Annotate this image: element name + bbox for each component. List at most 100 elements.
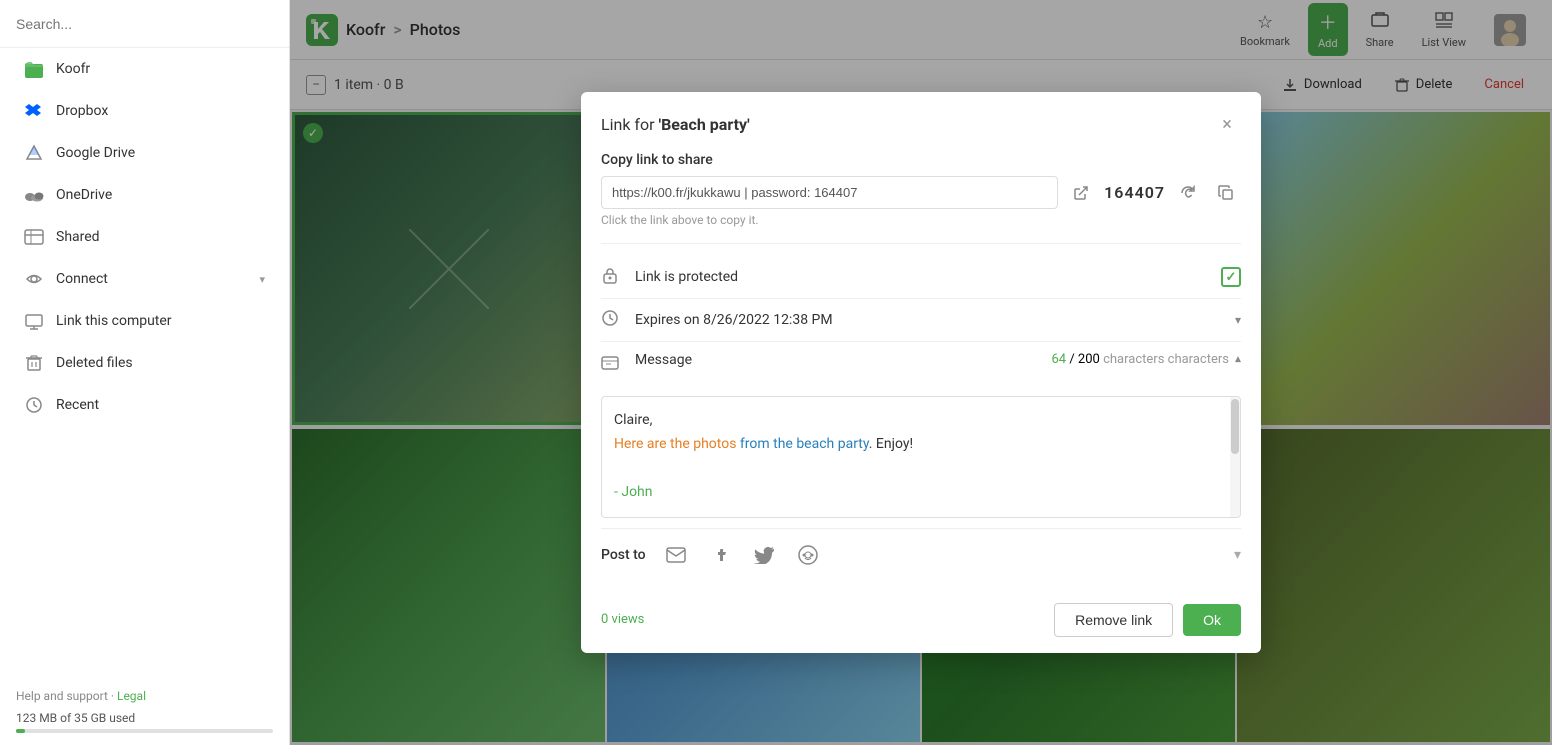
storage-text: 123 MB of 35 GB used (16, 711, 273, 725)
remove-link-button[interactable]: Remove link (1054, 603, 1173, 637)
computer-icon (24, 311, 44, 331)
views-number: 0 (601, 612, 608, 627)
views-count: 0 views (601, 612, 1044, 627)
copy-label: Copy link to share (601, 152, 1241, 168)
modal-header: Link for 'Beach party' × (581, 92, 1261, 152)
facebook-share-button[interactable] (706, 541, 734, 569)
message-counter: 64 / 200 characters characters ▾ (1051, 352, 1241, 367)
modal-overlay: Link for 'Beach party' × Copy link to sh… (290, 0, 1552, 745)
message-green-text: - John (614, 484, 653, 500)
link-protected-checkbox[interactable] (1221, 267, 1241, 287)
reddit-share-button[interactable] (794, 541, 822, 569)
post-to-label: Post to (601, 547, 646, 563)
sidebar-item-connect[interactable]: Connect ▾ (8, 259, 281, 299)
modal-body: Copy link to share 164407 (581, 152, 1261, 592)
sidebar-item-label: Deleted files (56, 355, 133, 371)
storage-bar (16, 729, 273, 733)
link-protected-control (1221, 267, 1241, 287)
sidebar-item-dropbox[interactable]: Dropbox (8, 91, 281, 131)
recent-icon (24, 395, 44, 415)
sidebar-item-onedrive[interactable]: OneDrive (8, 175, 281, 215)
expires-dropdown-arrow[interactable]: ▾ (1235, 313, 1241, 327)
modal-title-name: 'Beach party' (659, 115, 750, 134)
modal-title-prefix: Link for (601, 115, 659, 134)
divider-1 (601, 243, 1241, 244)
connect-icon (24, 269, 44, 289)
message-textarea-wrapper: Claire, Here are the photos from the bea… (601, 396, 1241, 517)
sidebar-item-label: Recent (56, 397, 99, 413)
expires-control[interactable]: ▾ (1235, 313, 1241, 327)
sidebar-footer: Help and support · Legal 123 MB of 35 GB… (0, 677, 289, 745)
message-line-4: - John (614, 481, 1220, 505)
post-to-row: Post to ▾ (601, 529, 1241, 577)
sidebar-item-link-computer[interactable]: Link this computer (8, 301, 281, 341)
open-link-button[interactable] (1066, 178, 1096, 208)
main-content: Koofr > Photos ☆ Bookmark ＋ Add Share Li… (290, 0, 1552, 745)
sidebar-item-label: Dropbox (56, 103, 108, 119)
footer-separator: · (111, 689, 114, 703)
message-icon (601, 354, 623, 376)
post-to-arrow[interactable]: ▾ (1234, 547, 1241, 563)
sidebar-item-label: Koofr (56, 61, 90, 77)
sidebar-item-deleted[interactable]: Deleted files (8, 343, 281, 383)
chevron-down-icon: ▾ (259, 273, 265, 286)
chars-label-text: characters (1168, 352, 1229, 367)
copy-link-section: Copy link to share 164407 (601, 152, 1241, 227)
link-protected-label: Link is protected (635, 269, 1209, 285)
message-scrollbar-thumb (1231, 399, 1239, 454)
lock-icon (601, 266, 623, 288)
message-blue-text: from the beach party (740, 436, 869, 452)
sidebar-item-label: Link this computer (56, 313, 172, 329)
sidebar-item-label: Shared (56, 229, 100, 245)
dropbox-icon (24, 101, 44, 121)
link-protected-row: Link is protected (601, 256, 1241, 299)
message-collapse-arrow[interactable]: ▾ (1235, 353, 1241, 367)
expires-row: Expires on 8/26/2022 12:38 PM ▾ (601, 299, 1241, 342)
copy-link-button[interactable] (1211, 178, 1241, 208)
copy-row: 164407 (601, 176, 1241, 209)
message-scrollbar[interactable] (1230, 397, 1240, 516)
link-input[interactable] (601, 176, 1058, 209)
share-link-modal: Link for 'Beach party' × Copy link to sh… (581, 92, 1261, 652)
help-link[interactable]: Help and support (16, 689, 108, 703)
message-char-count: 64 / 200 characters characters (1051, 352, 1229, 367)
modal-close-button[interactable]: × (1213, 110, 1241, 138)
message-content: Claire, Here are the photos from the bea… (602, 397, 1240, 516)
twitter-share-button[interactable] (750, 541, 778, 569)
ok-button[interactable]: Ok (1183, 604, 1241, 636)
sidebar-item-koofr[interactable]: Koofr (8, 49, 281, 89)
sidebar: Koofr Dropbox Google Drive OneDrive Shar… (0, 0, 290, 745)
sidebar-item-label: Google Drive (56, 145, 135, 161)
legal-link[interactable]: Legal (117, 689, 146, 703)
message-label: Message (635, 352, 1039, 368)
email-share-button[interactable] (662, 541, 690, 569)
onedrive-icon (24, 185, 44, 205)
chars-used: 64 (1051, 352, 1066, 367)
copy-hint: Click the link above to copy it. (601, 213, 1241, 227)
views-label: views (612, 612, 645, 627)
sidebar-item-recent[interactable]: Recent (8, 385, 281, 425)
message-line-2: Here are the photos from the beach party… (614, 433, 1220, 457)
storage-fill (16, 729, 25, 733)
message-line-3 (614, 457, 1220, 481)
folder-icon (24, 59, 44, 79)
drive-icon (24, 143, 44, 163)
expires-label: Expires on 8/26/2022 12:38 PM (635, 312, 1223, 328)
sidebar-item-google-drive[interactable]: Google Drive (8, 133, 281, 173)
message-orange-text: Here are the photos (614, 436, 740, 452)
sidebar-item-label: Connect (56, 271, 108, 287)
refresh-password-button[interactable] (1173, 178, 1203, 208)
trash-icon (24, 353, 44, 373)
search-area[interactable] (0, 0, 289, 48)
modal-footer: 0 views Remove link Ok (581, 593, 1261, 653)
modal-title: Link for 'Beach party' (601, 115, 750, 134)
sidebar-item-shared[interactable]: Shared (8, 217, 281, 257)
message-line-1: Claire, (614, 409, 1220, 433)
shared-icon (24, 227, 44, 247)
message-black-text: . Enjoy! (869, 436, 913, 452)
message-row: Message 64 / 200 characters characters ▾ (601, 342, 1241, 528)
search-input[interactable] (16, 16, 273, 32)
chars-total: 200 (1078, 352, 1100, 367)
clock-icon (601, 309, 623, 331)
password-display: 164407 (1104, 183, 1165, 202)
